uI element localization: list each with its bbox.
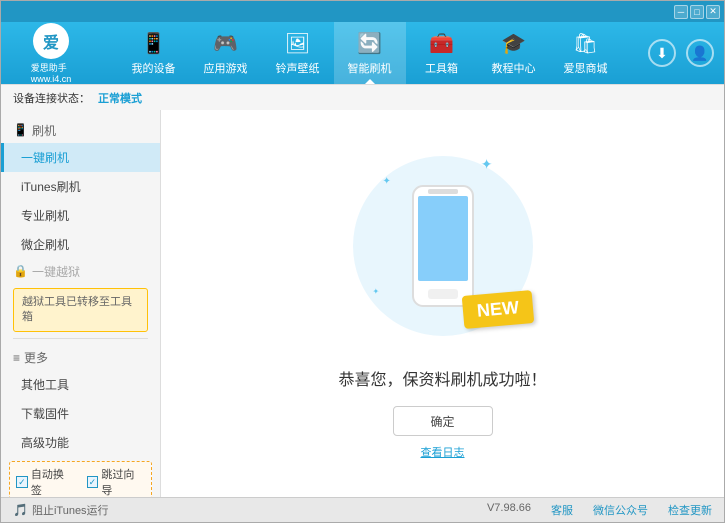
nav-apps[interactable]: 🎮 应用游戏 (190, 22, 262, 84)
status-label: 设备连接状态： (13, 90, 90, 106)
new-badge: NEW (461, 290, 534, 329)
logo-area: 爱 爱思助手 www.i4.cn (11, 23, 91, 84)
sidebar-item-weiqun[interactable]: 微企刷机 (1, 230, 160, 259)
auto-sign-checkbox[interactable]: ✓ 自动换签 (16, 466, 75, 496)
sidebar-item-advanced[interactable]: 高级功能 (1, 428, 160, 457)
tutorial-nav-icon: 🎓 (501, 31, 526, 56)
logo-text: 爱思助手 www.i4.cn (31, 61, 72, 84)
sidebar-jailbreak-note: 越狱工具已转移至工具箱 (13, 288, 148, 333)
user-button[interactable]: 👤 (686, 39, 714, 67)
more-section-icon: ≡ (13, 351, 20, 365)
nav-items: 📱 我的设备 🎮 应用游戏 🖼 铃声壁纸 🔄 智能刷机 🧰 工具箱 🎓 (91, 22, 648, 84)
maximize-button[interactable]: □ (690, 5, 704, 19)
sidebar-section-more: ≡ 更多 (1, 345, 160, 370)
check-update-link[interactable]: 检查更新 (668, 502, 712, 518)
status-value: 正常模式 (98, 90, 142, 106)
itunes-icon: 🎵 (13, 503, 28, 517)
sidebar-item-itunes[interactable]: iTunes刷机 (1, 172, 160, 201)
success-text: 恭喜您，保资料刷机成功啦！ (338, 366, 546, 390)
store-nav-icon: 🛍 (573, 31, 598, 56)
bottom-bar-left: 🎵 阻止iTunes运行 (13, 502, 467, 518)
device-nav-icon: 📱 (141, 31, 166, 56)
close-button[interactable]: ✕ (706, 5, 720, 19)
apps-nav-icon: 🎮 (213, 31, 238, 56)
download-button[interactable]: ⬇ (648, 39, 676, 67)
status-bar: 设备连接状态： 正常模式 (1, 84, 724, 109)
bottom-bar-right: V7.98.66 客服 微信公众号 检查更新 (487, 502, 712, 518)
app-wrapper: ─ □ ✕ 爱 爱思助手 www.i4.cn 📱 我的设备 🎮 应用游戏 🖼 (0, 0, 725, 523)
content-area: ✦ ✦ ✦ NEW 恭喜您，保资料刷机成功啦！ (161, 110, 724, 497)
sidebar-item-onekey[interactable]: 一键刷机 (1, 143, 160, 172)
wechat-public-link[interactable]: 微信公众号 (593, 502, 648, 518)
phone-svg (403, 181, 483, 311)
main-layout: 📱 刷机 一键刷机 iTunes刷机 专业刷机 微企刷机 🔒 一键越狱 越狱工具… (1, 110, 724, 497)
phone-illustration: ✦ ✦ ✦ NEW (343, 146, 543, 346)
sparkle-3: ✦ (373, 287, 380, 296)
nav-tutorial[interactable]: 🎓 教程中心 (478, 22, 550, 84)
nav-device[interactable]: 📱 我的设备 (118, 22, 190, 84)
logo-icon: 爱 (33, 23, 69, 59)
bottom-bar: 🎵 阻止iTunes运行 V7.98.66 客服 微信公众号 检查更新 (1, 497, 724, 522)
sidebar-item-other-tools[interactable]: 其他工具 (1, 370, 160, 399)
checkbox-area: ✓ 自动换签 ✓ 跳过向导 (9, 461, 152, 496)
nav-store[interactable]: 🛍 爱思商城 (550, 22, 622, 84)
sidebar-section-flash: 📱 刷机 (1, 118, 160, 143)
wallpaper-nav-icon: 🖼 (285, 31, 310, 56)
sidebar-divider (13, 338, 148, 339)
sidebar-item-pro[interactable]: 专业刷机 (1, 201, 160, 230)
sidebar-item-jailbreak-disabled: 🔒 一键越狱 (1, 259, 160, 284)
minimize-button[interactable]: ─ (674, 5, 688, 19)
sidebar-item-download-firmware[interactable]: 下载固件 (1, 399, 160, 428)
nav-smart[interactable]: 🔄 智能刷机 (334, 22, 406, 84)
block-itunes-label: 阻止iTunes运行 (32, 502, 109, 518)
sidebar: 📱 刷机 一键刷机 iTunes刷机 专业刷机 微企刷机 🔒 一键越狱 越狱工具… (1, 110, 161, 497)
smart-nav-icon: 🔄 (357, 31, 382, 56)
version-text: V7.98.66 (487, 502, 531, 518)
skip-wizard-checkbox[interactable]: ✓ 跳过向导 (87, 466, 146, 496)
sparkle-1: ✦ (383, 176, 391, 187)
lock-icon: 🔒 (13, 264, 28, 278)
confirm-button[interactable]: 确定 (393, 406, 493, 436)
sparkle-2: ✦ (481, 156, 493, 173)
customer-service-link[interactable]: 客服 (551, 502, 573, 518)
title-bar: ─ □ ✕ (1, 1, 724, 22)
flash-section-icon: 📱 (13, 123, 28, 137)
nav-wallpaper[interactable]: 🖼 铃声壁纸 (262, 22, 334, 84)
skip-wizard-box: ✓ (87, 476, 99, 488)
auto-sign-box: ✓ (16, 476, 28, 488)
view-log-link[interactable]: 查看日志 (421, 444, 465, 460)
nav-tools[interactable]: 🧰 工具箱 (406, 22, 478, 84)
title-bar-controls: ─ □ ✕ (674, 5, 720, 19)
top-nav: 爱 爱思助手 www.i4.cn 📱 我的设备 🎮 应用游戏 🖼 铃声壁纸 🔄 … (1, 22, 724, 84)
nav-right-buttons: ⬇ 👤 (648, 39, 714, 67)
tools-nav-icon: 🧰 (429, 31, 454, 56)
